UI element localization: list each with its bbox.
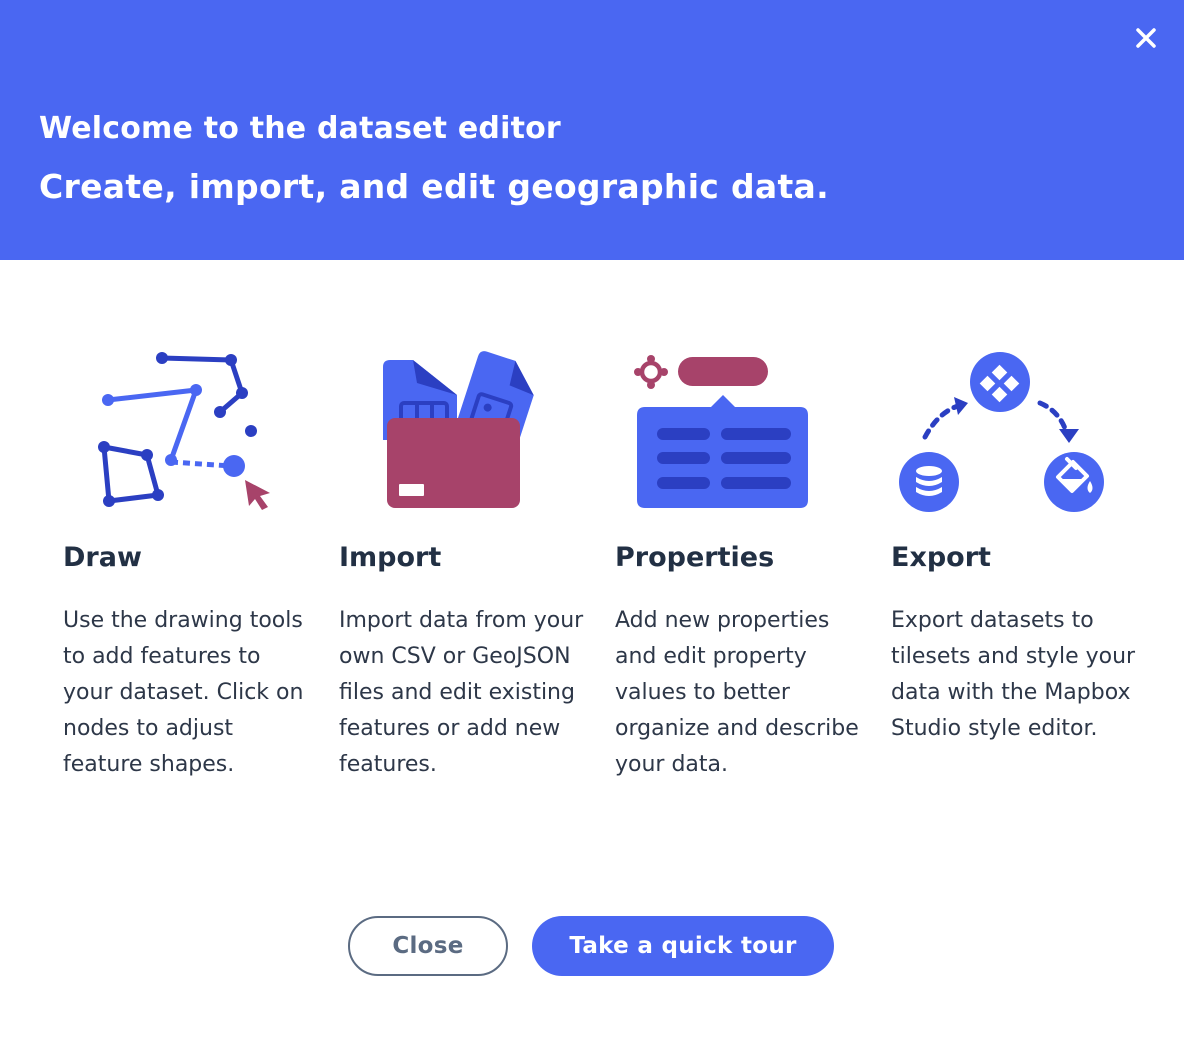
feature-title: Draw (63, 542, 142, 573)
feature-export: Export Export datasets to tilesets and s… (891, 345, 1135, 741)
close-button[interactable]: Close (348, 916, 508, 976)
feature-properties: Properties Add new properties and edit p… (615, 345, 859, 777)
export-illustration (891, 345, 1131, 520)
feature-description: Export datasets to tilesets and style yo… (891, 608, 1136, 741)
feature-title: Export (891, 542, 991, 573)
modal-subtitle: Create, import, and edit geographic data… (39, 167, 829, 206)
properties-illustration (615, 345, 855, 520)
take-tour-button[interactable]: Take a quick tour (532, 916, 834, 976)
feature-title: Import (339, 542, 442, 573)
close-icon[interactable] (1130, 22, 1162, 54)
draw-illustration (63, 345, 303, 520)
feature-draw: Draw Use the drawing tools to add featur… (63, 345, 303, 777)
feature-description: Add new properties and edit property val… (615, 608, 859, 777)
modal-title: Welcome to the dataset editor (39, 111, 561, 146)
feature-title: Properties (615, 542, 775, 573)
feature-description: Import data from your own CSV or GeoJSON… (339, 608, 584, 777)
import-illustration (339, 345, 579, 520)
feature-description: Use the drawing tools to add features to… (63, 608, 304, 777)
welcome-modal: Welcome to the dataset editor Create, im… (0, 0, 1184, 1062)
feature-import: Import Import data from your own CSV or … (339, 345, 583, 777)
modal-header: Welcome to the dataset editor Create, im… (0, 0, 1184, 260)
